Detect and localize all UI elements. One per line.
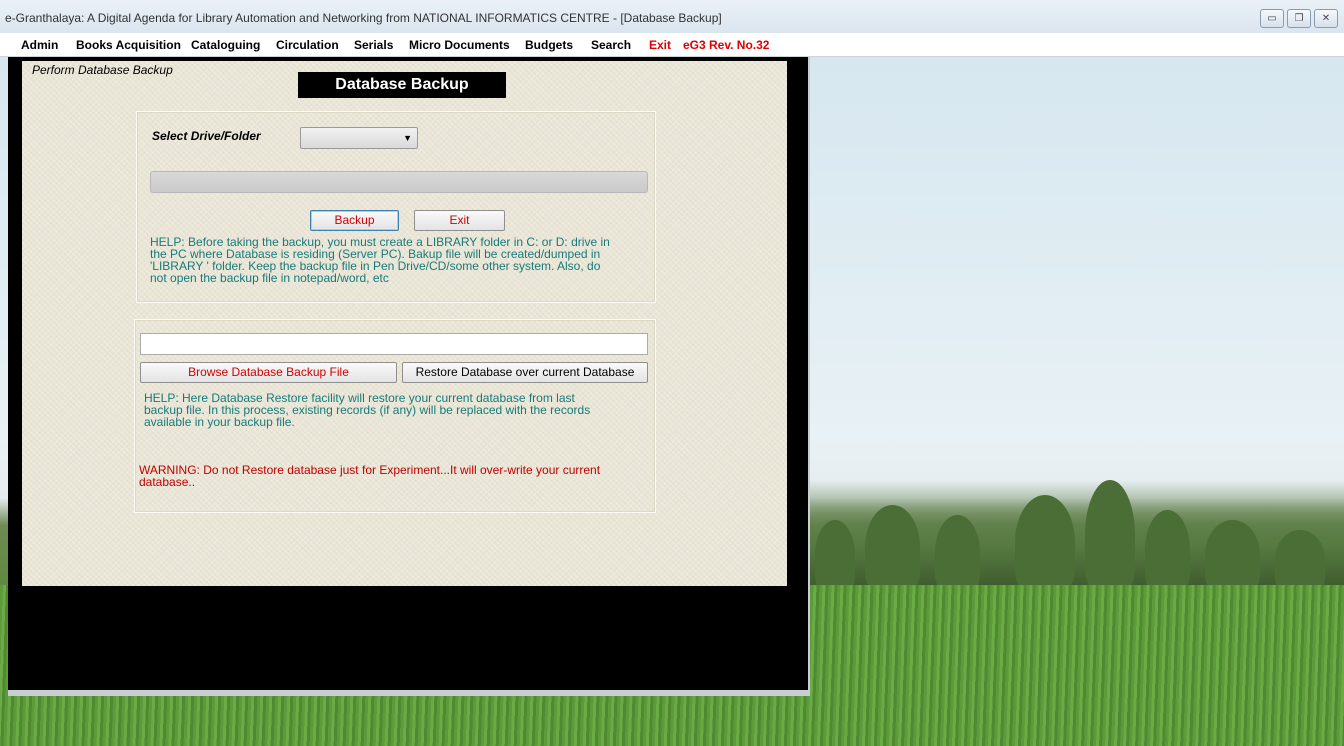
restore-database-button[interactable]: Restore Database over current Database bbox=[402, 362, 648, 383]
title-bar: e-Granthalaya: A Digital Agenda for Libr… bbox=[0, 0, 1344, 34]
backup-help-text: HELP: Before taking the backup, you must… bbox=[150, 235, 610, 285]
menu-circulation[interactable]: Circulation bbox=[276, 38, 339, 52]
restore-icon: ❐ bbox=[1294, 13, 1304, 24]
backup-button[interactable]: Backup bbox=[310, 210, 399, 231]
restore-help-text: HELP: Here Database Restore facility wil… bbox=[144, 391, 591, 429]
backup-file-path-input[interactable] bbox=[140, 333, 648, 355]
close-button[interactable]: ✕ bbox=[1314, 9, 1338, 28]
menu-admin[interactable]: Admin bbox=[21, 38, 58, 52]
menu-budgets[interactable]: Budgets bbox=[525, 38, 573, 52]
restore-warning-text: WARNING: Do not Restore database just fo… bbox=[139, 463, 601, 489]
exit-button[interactable]: Exit bbox=[414, 210, 505, 231]
restore-button[interactable]: ❐ bbox=[1287, 9, 1311, 28]
chevron-down-icon: ▼ bbox=[403, 133, 412, 143]
select-drive-label: Select Drive/Folder bbox=[152, 129, 261, 143]
drive-folder-select[interactable]: ▼ bbox=[300, 127, 418, 149]
form-caption: Perform Database Backup bbox=[32, 63, 173, 77]
minimize-button[interactable]: ▭ bbox=[1260, 9, 1284, 28]
menu-exit[interactable]: Exit bbox=[649, 38, 671, 52]
menu-books-acquisition[interactable]: Books Acquisition bbox=[76, 38, 181, 52]
menu-bar: Admin Books Acquisition Cataloguing Circ… bbox=[0, 33, 1344, 57]
database-backup-window: Perform Database Backup Database Backup … bbox=[8, 57, 810, 696]
browse-backup-file-button[interactable]: Browse Database Backup File bbox=[140, 362, 397, 383]
window-title: e-Granthalaya: A Digital Agenda for Libr… bbox=[5, 11, 722, 25]
menu-serials[interactable]: Serials bbox=[354, 38, 393, 52]
minimize-icon: ▭ bbox=[1267, 13, 1277, 24]
close-icon: ✕ bbox=[1321, 13, 1331, 24]
treeline-image bbox=[805, 480, 1344, 590]
menu-micro-documents[interactable]: Micro Documents bbox=[409, 38, 510, 52]
revision-label: eG3 Rev. No.32 bbox=[683, 38, 770, 52]
menu-search[interactable]: Search bbox=[591, 38, 631, 52]
backup-progress-bar bbox=[150, 171, 648, 193]
page-title: Database Backup bbox=[298, 72, 506, 98]
form-panel: Perform Database Backup Database Backup … bbox=[22, 61, 787, 586]
menu-cataloguing[interactable]: Cataloguing bbox=[191, 38, 260, 52]
